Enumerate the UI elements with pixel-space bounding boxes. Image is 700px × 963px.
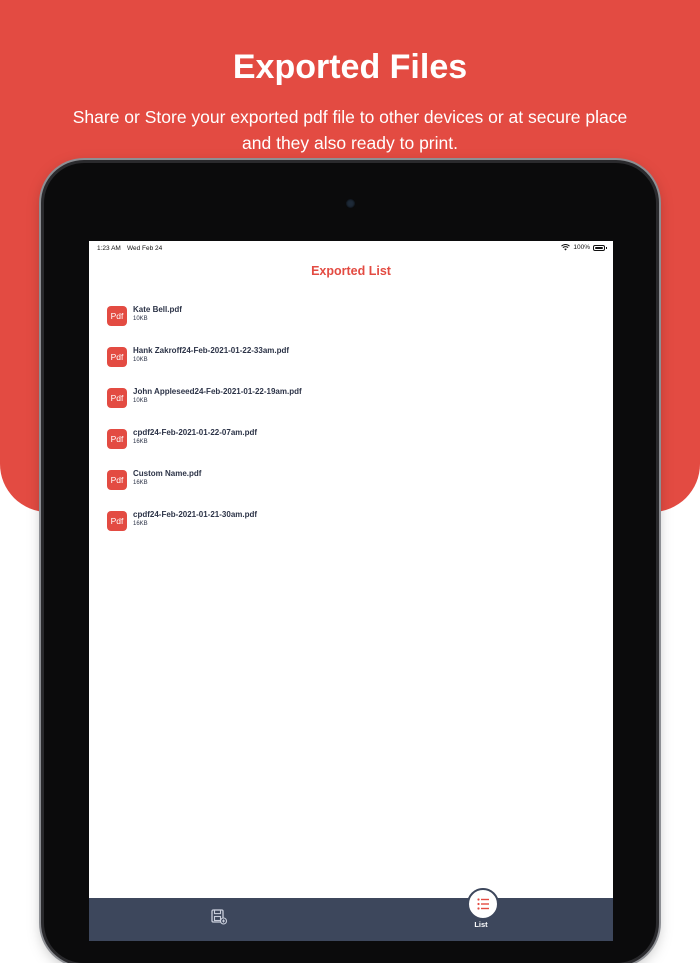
file-size: 10KB xyxy=(133,316,148,322)
file-name: John Appleseed24-Feb-2021-01-22-19am.pdf xyxy=(133,387,302,396)
file-size: 16KB xyxy=(133,521,148,527)
file-name: Custom Name.pdf xyxy=(133,469,202,478)
wifi-icon xyxy=(561,244,571,251)
file-row[interactable]: Pdf Kate Bell.pdf 10KB xyxy=(107,303,597,344)
file-row[interactable]: Pdf John Appleseed24-Feb-2021-01-22-19am… xyxy=(107,385,597,426)
pdf-icon: Pdf xyxy=(107,306,127,326)
ipad-frame: 1:23 AM Wed Feb 24 100% Exported List Pd… xyxy=(44,163,656,963)
camera-icon xyxy=(346,199,355,208)
status-indicators: 100% xyxy=(561,244,607,251)
status-time: 1:23 AM xyxy=(97,245,121,252)
file-row[interactable]: Pdf Hank Zakroff24-Feb-2021-01-22-33am.p… xyxy=(107,344,597,385)
status-bar: 1:23 AM Wed Feb 24 100% xyxy=(89,241,613,255)
file-size: 10KB xyxy=(133,398,148,404)
save-document-icon[interactable] xyxy=(207,908,229,926)
file-size: 16KB xyxy=(133,439,148,445)
hero-title: Exported Files xyxy=(232,48,468,86)
tab-list-button[interactable] xyxy=(467,888,499,920)
file-row[interactable]: Pdf Custom Name.pdf 16KB xyxy=(107,467,597,508)
page-title: Exported List xyxy=(311,264,391,278)
file-name: Kate Bell.pdf xyxy=(133,305,182,314)
tab-list-label[interactable]: List xyxy=(461,920,501,929)
battery-percent: 100% xyxy=(573,244,590,251)
list-icon xyxy=(477,898,489,910)
pdf-icon: Pdf xyxy=(107,347,127,367)
file-name: cpdf24-Feb-2021-01-22-07am.pdf xyxy=(133,428,258,437)
file-size: 16KB xyxy=(133,480,148,486)
hero-subtitle: Share or Store your exported pdf file to… xyxy=(72,107,628,153)
file-row[interactable]: Pdf cpdf24-Feb-2021-01-21-30am.pdf 16KB xyxy=(107,508,597,549)
pdf-icon: Pdf xyxy=(107,429,127,449)
file-name: Hank Zakroff24-Feb-2021-01-22-33am.pdf xyxy=(133,346,290,355)
battery-icon xyxy=(593,244,607,251)
file-size: 10KB xyxy=(133,357,148,363)
pdf-icon: Pdf xyxy=(107,511,127,531)
file-name: cpdf24-Feb-2021-01-21-30am.pdf xyxy=(133,510,258,519)
status-date: Wed Feb 24 xyxy=(127,245,163,252)
pdf-icon: Pdf xyxy=(107,388,127,408)
file-list: Pdf Kate Bell.pdf 10KB Pdf Hank Zakroff2… xyxy=(107,303,597,549)
app-screen: 1:23 AM Wed Feb 24 100% Exported List Pd… xyxy=(89,241,613,941)
tab-bar: List xyxy=(89,888,613,941)
file-row[interactable]: Pdf cpdf24-Feb-2021-01-22-07am.pdf 16KB xyxy=(107,426,597,467)
pdf-icon: Pdf xyxy=(107,470,127,490)
